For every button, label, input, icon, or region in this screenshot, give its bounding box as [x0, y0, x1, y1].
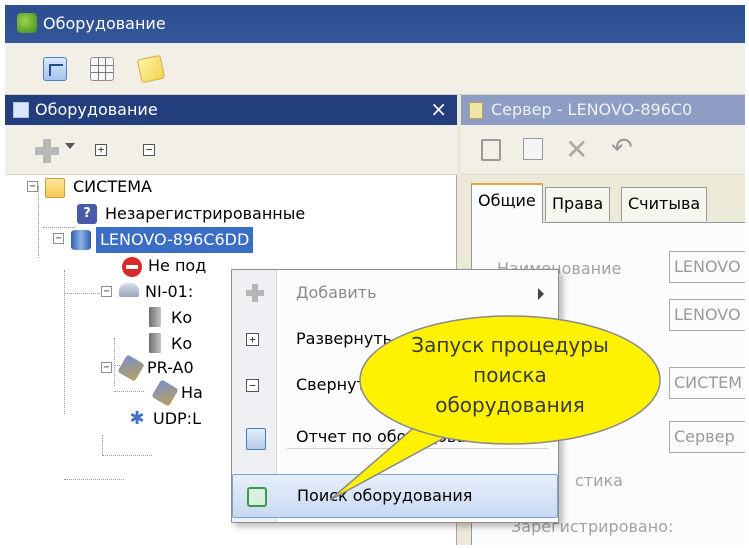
- app-icon: [17, 13, 37, 33]
- collapse-toggle[interactable]: −: [101, 286, 112, 297]
- field-3[interactable]: СИСТЕМ: [669, 367, 745, 399]
- tree-item-lenovo[interactable]: LENOVO-896C6DD: [96, 227, 254, 253]
- tree-item-system[interactable]: СИСТЕМА: [73, 174, 152, 200]
- tree-item-ko-2[interactable]: Ко: [171, 331, 192, 357]
- question-icon: ?: [77, 204, 97, 224]
- field-4[interactable]: Сервер: [669, 421, 745, 453]
- reader-icon: [151, 379, 179, 407]
- server-icon: [71, 230, 91, 250]
- delete-icon[interactable]: ✕: [565, 133, 588, 166]
- door-icon: [149, 307, 161, 327]
- tree-item-na[interactable]: На: [181, 380, 203, 406]
- title-bar: Оборудование: [5, 5, 745, 43]
- menu-item-label: Развернуть: [296, 329, 393, 348]
- tree-item-ko-1[interactable]: Ко: [171, 305, 192, 331]
- tree-connector: [64, 479, 124, 480]
- menu-item-label: Свернуть: [296, 375, 376, 394]
- folder-icon: [45, 178, 65, 198]
- chevron-down-icon[interactable]: [65, 143, 75, 149]
- callout-line-1: Запуск процедуры: [411, 333, 609, 357]
- tab-general[interactable]: Общие: [471, 183, 543, 223]
- collapse-icon: −: [246, 379, 259, 392]
- close-icon[interactable]: ×: [430, 97, 447, 121]
- menu-item-label: Добавить: [296, 283, 377, 302]
- menu-item-label: Поиск оборудования: [297, 486, 473, 505]
- menu-item-search-equipment[interactable]: Поиск оборудования: [232, 474, 558, 518]
- tab-readers[interactable]: Считыва: [621, 187, 708, 221]
- expand-all-button[interactable]: +: [95, 144, 107, 156]
- tree-connector: [38, 186, 39, 258]
- menu-item-label: Отчет по оборудованию: [296, 427, 501, 446]
- menu-item-add[interactable]: Добавить: [232, 272, 558, 316]
- tree-connector: [102, 435, 103, 455]
- tree-connector: [102, 455, 152, 456]
- expand-icon: +: [246, 333, 259, 346]
- tab-rights[interactable]: Права: [545, 187, 611, 221]
- group-label: стика: [575, 471, 623, 490]
- panel-title: Оборудование: [35, 100, 158, 119]
- tree-connector: [64, 270, 65, 414]
- collapse-toggle[interactable]: −: [53, 233, 64, 244]
- report-icon: [246, 428, 266, 450]
- search-icon: [247, 487, 267, 507]
- name-field[interactable]: LENOVO: [669, 251, 745, 283]
- door-icon: [149, 333, 161, 353]
- document-icon: [469, 102, 483, 119]
- undo-icon[interactable]: ↶: [611, 133, 633, 163]
- panel-toolbar: + −: [5, 125, 457, 175]
- window-title: Оборудование: [43, 14, 166, 33]
- edit-icon[interactable]: [523, 138, 543, 160]
- collapse-toggle[interactable]: −: [101, 362, 112, 373]
- panel-header: Оборудование ×: [5, 95, 457, 125]
- callout-line-2: поиска: [473, 363, 547, 387]
- panel-title: Сервер - LENOVO-896C0: [491, 100, 693, 119]
- controller-icon: [119, 283, 139, 297]
- tree-view-icon[interactable]: [43, 57, 67, 81]
- tree-item-unregistered[interactable]: Незарегистрированные: [105, 201, 305, 227]
- add-icon[interactable]: [35, 139, 59, 163]
- panel-header: Сервер - LENOVO-896C0: [461, 95, 745, 125]
- collapse-toggle[interactable]: −: [27, 181, 38, 192]
- tree-item-udp[interactable]: UDP:L: [153, 406, 201, 432]
- panel-toolbar: ✕ ↶: [461, 125, 745, 175]
- tree-item-ni01[interactable]: NI-01:: [145, 279, 193, 305]
- main-toolbar: [5, 43, 745, 95]
- callout-line-3: оборудования: [435, 393, 585, 417]
- tree-view-icon: [13, 102, 29, 118]
- field-2[interactable]: LENOVO: [669, 299, 745, 331]
- save-icon[interactable]: [481, 139, 501, 161]
- notes-icon[interactable]: [136, 54, 166, 84]
- add-icon: [246, 284, 264, 302]
- submenu-arrow-icon: [538, 288, 544, 300]
- tree-connector: [114, 391, 144, 392]
- tree-item-not-connected[interactable]: Не под: [148, 253, 206, 279]
- grid-view-icon[interactable]: [90, 57, 114, 81]
- callout-text: Запуск процедуры поиска оборудования: [390, 330, 630, 420]
- stop-icon: [122, 257, 142, 277]
- printer-icon: [117, 354, 145, 382]
- tree-connector: [43, 227, 75, 228]
- menu-item-report[interactable]: Отчет по оборудованию: [232, 416, 558, 460]
- network-icon: ✱: [129, 408, 145, 429]
- tree-connector: [114, 338, 115, 386]
- tree-item-pra0[interactable]: PR-A0: [147, 355, 194, 381]
- collapse-all-button[interactable]: −: [143, 144, 155, 156]
